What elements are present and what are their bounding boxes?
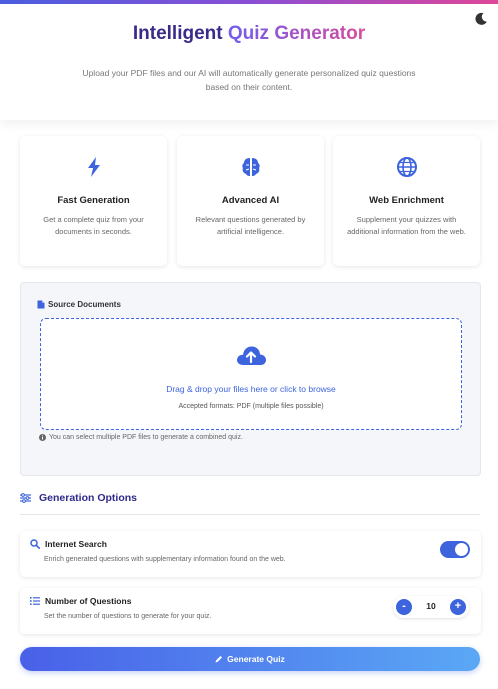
search-icon <box>30 539 40 549</box>
sliders-icon <box>20 493 31 503</box>
generation-options-heading: Generation Options <box>20 492 137 504</box>
divider <box>20 514 480 515</box>
internet-search-title-text: Internet Search <box>45 539 107 549</box>
feature-title: Fast Generation <box>57 195 130 206</box>
number-of-questions-desc: Set the number of questions to generate … <box>44 613 212 620</box>
internet-search-desc: Enrich generated questions with suppleme… <box>44 556 286 563</box>
source-hint: You can select multiple PDF files to gen… <box>39 434 243 441</box>
title-part-intelligent: Intelligent <box>132 23 223 44</box>
source-documents-panel: Source Documents Drag & drop your files … <box>20 282 481 476</box>
cloud-upload-icon <box>237 346 266 365</box>
generation-options-heading-text: Generation Options <box>39 492 138 504</box>
bolt-icon <box>87 157 100 177</box>
globe-icon <box>396 157 417 177</box>
feature-title: Web Enrichment <box>369 195 444 206</box>
dropzone-instruction[interactable]: Drag & drop your files here or click to … <box>41 384 461 394</box>
quantity-stepper: - 10 + <box>393 596 469 618</box>
feature-desc: Get a complete quiz from your documents … <box>43 215 144 236</box>
generate-quiz-button[interactable]: Generate Quiz <box>20 647 480 671</box>
questions-count-value[interactable]: 10 <box>415 601 447 611</box>
feature-desc: Supplement your quizzes with additional … <box>347 215 466 236</box>
increment-button[interactable]: + <box>450 599 466 615</box>
source-hint-text: You can select multiple PDF files to gen… <box>49 434 243 441</box>
toggle-knob <box>455 543 468 556</box>
feature-card-web-enrichment: Web Enrichment Supplement your quizzes w… <box>333 136 480 266</box>
pencil-icon <box>215 656 223 663</box>
pdf-file-icon <box>37 300 45 309</box>
info-icon <box>39 434 46 441</box>
feature-cards: Fast Generation Get a complete quiz from… <box>20 136 480 266</box>
feature-card-advanced-ai: Advanced AI Relevant questions generated… <box>177 136 324 266</box>
feature-desc: Relevant questions generated by artifici… <box>195 215 306 236</box>
internet-search-title: Internet Search <box>30 539 107 549</box>
file-dropzone[interactable]: Drag & drop your files here or click to … <box>40 318 462 430</box>
page-title: Intelligent Quiz Generator <box>0 23 498 45</box>
source-documents-label: Source Documents <box>37 300 121 309</box>
source-documents-label-text: Source Documents <box>48 300 121 309</box>
number-of-questions-title: Number of Questions <box>30 596 131 606</box>
title-part-quiz-generator: Quiz Generator <box>227 23 366 44</box>
generate-quiz-label: Generate Quiz <box>227 654 285 664</box>
internet-search-toggle[interactable] <box>440 541 470 558</box>
decrement-button[interactable]: - <box>396 599 412 615</box>
header: Intelligent Quiz Generator Upload your P… <box>0 4 498 120</box>
feature-title: Advanced AI <box>221 195 280 206</box>
feature-card-fast-generation: Fast Generation Get a complete quiz from… <box>20 136 167 266</box>
quiz-generator-page: Intelligent Quiz Generator Upload your P… <box>0 0 498 689</box>
dropzone-formats: Accepted formats: PDF (multiple files po… <box>178 403 324 410</box>
number-of-questions-option: Number of Questions Set the number of qu… <box>20 588 481 634</box>
number-of-questions-title-text: Number of Questions <box>45 596 132 606</box>
page-subtitle: Upload your PDF files and our AI will au… <box>82 68 416 92</box>
brain-icon <box>241 158 260 176</box>
internet-search-option: Internet Search Enrich generated questio… <box>20 531 481 577</box>
numbered-list-icon <box>30 597 40 605</box>
